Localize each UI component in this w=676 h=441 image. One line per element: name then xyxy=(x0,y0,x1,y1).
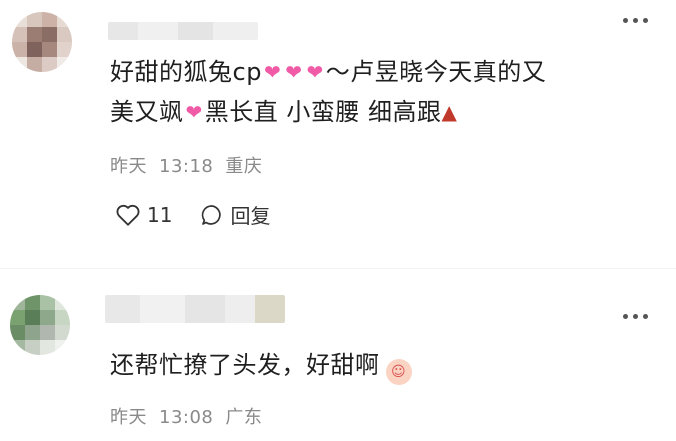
double-heart-emoji-icon: ❤ xyxy=(185,100,203,124)
double-heart-emoji-icon: ❤ xyxy=(306,60,324,84)
like-button[interactable]: 11 xyxy=(115,203,172,227)
comment-date: 昨天 xyxy=(110,156,147,177)
reply-button[interactable]: 回复 xyxy=(200,200,270,229)
comment-text-part: 还帮忙撩了头发，好甜啊 xyxy=(110,351,380,379)
comment-text-part: 好甜的狐兔cp xyxy=(110,58,262,86)
comment-meta: 昨天 13:18 重庆 xyxy=(110,152,274,178)
comment-text: 好甜的狐兔cp ❤ ❤ ❤～卢昱晓今天真的又 美又飒 ❤黑长直 小蛮腰 细高跟▲ xyxy=(110,52,650,132)
avatar[interactable] xyxy=(12,12,72,72)
heart-outline-icon xyxy=(116,204,140,226)
comment-date: 昨天 xyxy=(110,407,147,428)
comment-time: 13:18 xyxy=(159,156,214,177)
comment-text: 还帮忙撩了头发，好甜啊 ☺ xyxy=(110,345,650,385)
username-redacted xyxy=(105,295,285,323)
comment-text-part: ～卢昱晓今天真的又 xyxy=(325,58,547,86)
more-dots-icon[interactable] xyxy=(622,15,648,25)
double-heart-emoji-icon: ❤ xyxy=(285,60,303,84)
avatar-mosaic xyxy=(12,12,72,72)
divider xyxy=(0,268,676,269)
double-heart-emoji-icon: ❤ xyxy=(263,60,282,84)
comment-bubble-icon xyxy=(202,204,222,225)
comment-time: 13:08 xyxy=(159,407,214,428)
comment-text-part: 黑长直 小蛮腰 细高跟 xyxy=(204,98,442,126)
username-redacted xyxy=(108,22,258,40)
like-count: 11 xyxy=(147,202,173,227)
comment-actions: 11 回复 xyxy=(115,200,298,229)
avatar-mosaic xyxy=(10,295,70,355)
comment-location: 广东 xyxy=(225,407,263,428)
high-heel-emoji-icon: ▲ xyxy=(441,100,458,124)
comment-meta: 昨天 13:08 广东 xyxy=(110,403,274,429)
comment-text-part: 美又飒 xyxy=(110,98,184,126)
comment-item: 好甜的狐兔cp ❤ ❤ ❤～卢昱晓今天真的又 美又飒 ❤黑长直 小蛮腰 细高跟▲ 昨天 1… xyxy=(0,0,676,260)
avatar[interactable] xyxy=(10,295,70,355)
comment-location: 重庆 xyxy=(225,156,263,177)
comment-item: 还帮忙撩了头发，好甜啊 ☺ 昨天 13:08 广东 xyxy=(0,275,676,441)
smiling-face-emoji-icon: ☺ xyxy=(385,359,412,385)
reply-label: 回复 xyxy=(230,204,271,228)
more-dots-icon[interactable] xyxy=(622,311,648,321)
